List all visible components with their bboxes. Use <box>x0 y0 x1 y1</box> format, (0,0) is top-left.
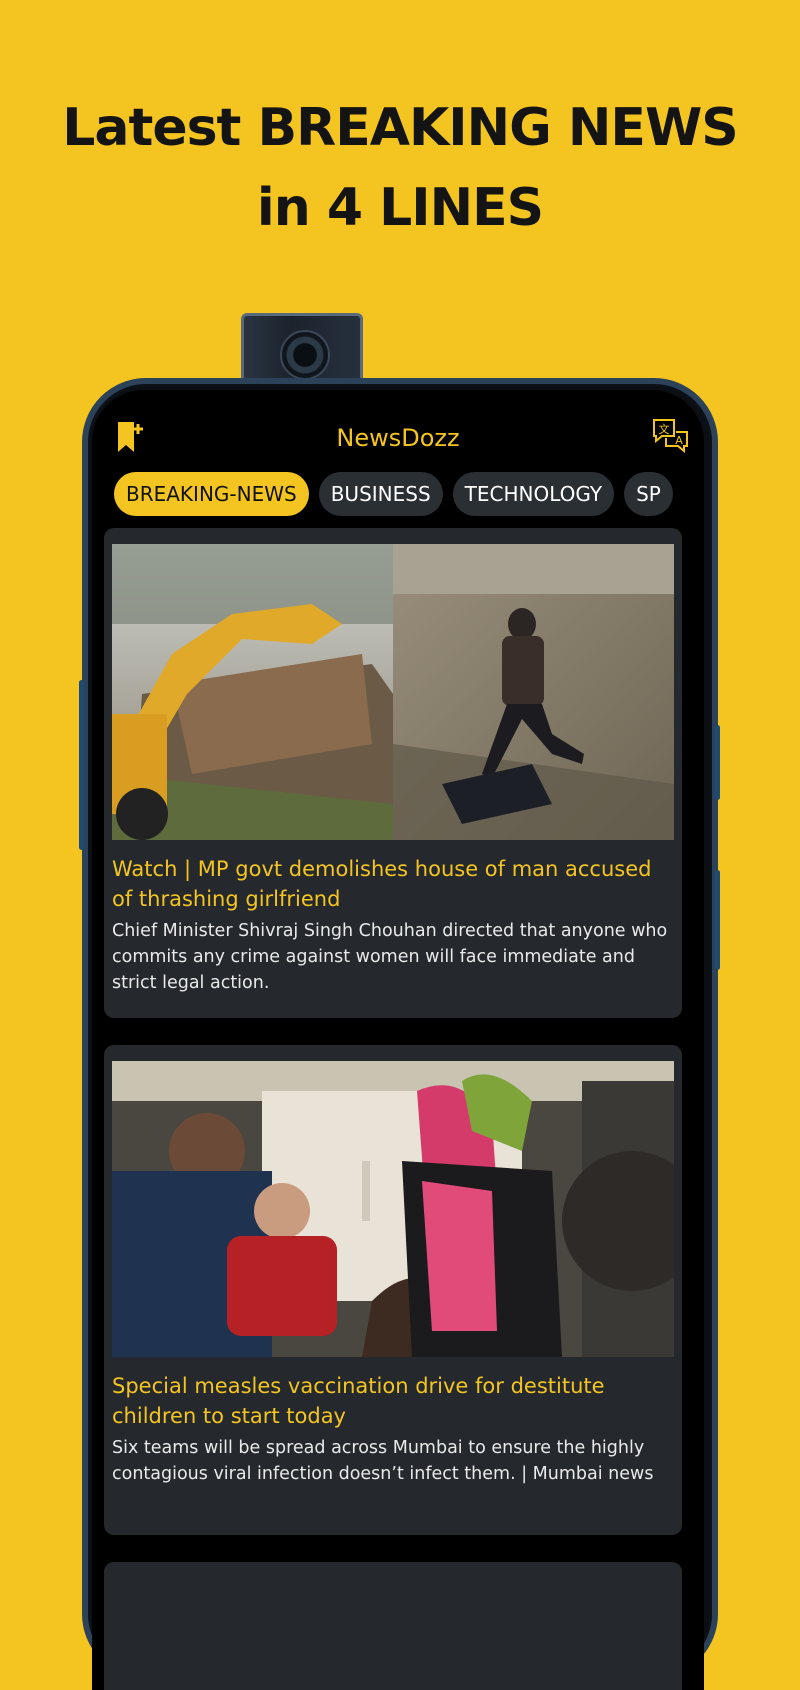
app-screen: NewsDozz 文 A BREAKING-NEWS BUSINESS TECHNO… <box>92 390 704 1690</box>
translate-icon[interactable]: 文 A <box>650 416 690 456</box>
tab-breaking-news[interactable]: BREAKING-NEWS <box>114 472 309 516</box>
news-card[interactable]: Watch | MP govt demolishes house of man … <box>104 528 682 1018</box>
popup-camera <box>241 313 363 383</box>
tab-technology[interactable]: TECHNOLOGY <box>452 472 615 516</box>
promo-line-2: in 4 LINES <box>256 178 544 238</box>
news-card[interactable]: Special measles vaccination drive for de… <box>104 1045 682 1535</box>
phone-side-button <box>715 870 720 970</box>
phone-side-button <box>715 725 720 800</box>
app-title: NewsDozz <box>336 424 460 452</box>
app-bar: NewsDozz 文 A <box>92 390 704 470</box>
camera-lens <box>280 330 330 380</box>
article-image <box>112 1061 674 1357</box>
news-card[interactable] <box>104 1562 682 1690</box>
article-summary: Six teams will be spread across Mumbai t… <box>112 1438 654 1484</box>
tab-business[interactable]: BUSINESS <box>318 472 443 516</box>
svg-text:A: A <box>675 434 683 447</box>
tab-sports[interactable]: SP <box>624 472 673 516</box>
promo-headline: Latest BREAKING NEWS in 4 LINES <box>0 88 800 248</box>
svg-text:文: 文 <box>659 422 670 436</box>
promo-line-1: Latest BREAKING NEWS <box>62 98 739 158</box>
article-title[interactable]: Watch | MP govt demolishes house of man … <box>112 854 672 914</box>
phone-side-button <box>79 680 84 850</box>
article-title[interactable]: Special measles vaccination drive for de… <box>112 1371 672 1431</box>
category-tabs: BREAKING-NEWS BUSINESS TECHNOLOGY SP <box>114 472 694 520</box>
article-summary: Chief Minister Shivraj Singh Chouhan dir… <box>112 921 668 993</box>
article-image <box>112 544 674 840</box>
